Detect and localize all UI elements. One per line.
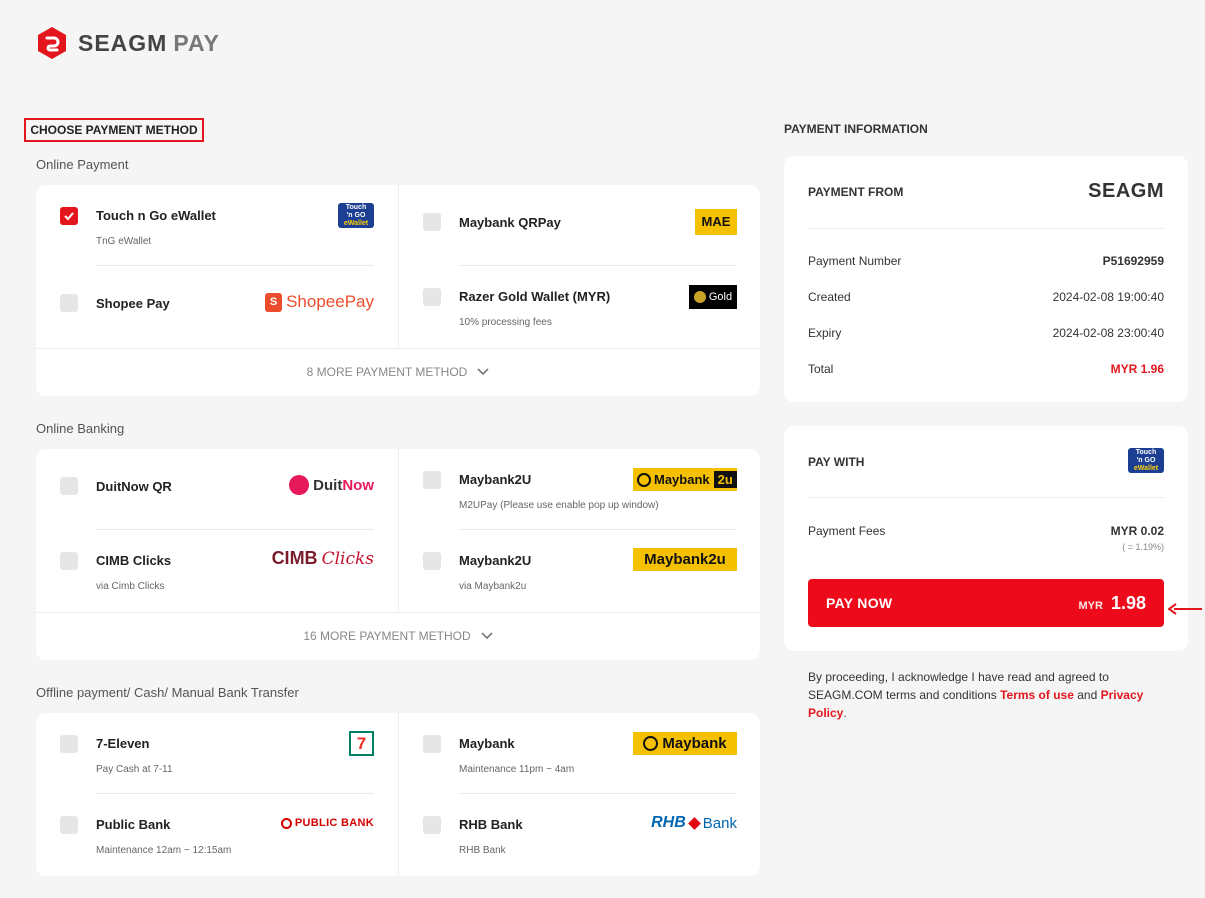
checkbox[interactable]	[60, 552, 78, 570]
duitnow-logo: Duit Now	[289, 475, 374, 495]
pay-now-button[interactable]: PAY NOW MYR 1.98	[808, 579, 1164, 627]
option-name: Shopee Pay	[96, 296, 170, 311]
total-label: Total	[808, 362, 834, 376]
choose-payment-title: CHOOSE PAYMENT METHOD	[24, 118, 204, 142]
payment-option-maybank[interactable]: Maybank Maintenance 11pm ~ 4am Maybank	[423, 713, 737, 794]
total-value: MYR 1.96	[1110, 362, 1164, 376]
chevron-down-icon	[481, 632, 493, 640]
created-value: 2024-02-08 19:00:40	[1052, 290, 1164, 304]
razer-gold-logo: Gold	[689, 285, 737, 309]
expiry-label: Expiry	[808, 326, 842, 340]
group-label-online-banking: Online Banking	[36, 421, 125, 436]
payment-option-rhb-bank[interactable]: RHB Bank RHB Bank RHB Bank	[423, 794, 737, 875]
checkbox[interactable]	[423, 735, 441, 753]
payment-option-shopeepay[interactable]: Shopee Pay S ShopeePay	[60, 266, 374, 347]
option-name: Maybank QRPay	[459, 215, 561, 230]
group-label-offline: Offline payment/ Cash/ Manual Bank Trans…	[36, 685, 299, 700]
option-name: Touch n Go eWallet	[96, 208, 216, 223]
seagm-wordmark: SEAGM	[1088, 180, 1164, 202]
terms-of-use-link[interactable]: Terms of use	[1000, 688, 1074, 702]
more-payment-methods-online[interactable]: 8 MORE PAYMENT METHOD	[36, 348, 760, 395]
checkbox[interactable]	[60, 735, 78, 753]
seagm-logo-icon	[38, 27, 66, 59]
payment-fees-label: Payment Fees	[808, 524, 886, 538]
payment-option-7eleven[interactable]: 7-Eleven Pay Cash at 7-11 7	[60, 713, 374, 794]
payment-option-duitnow[interactable]: DuitNow QR Duit Now	[60, 449, 374, 530]
payment-info-card: PAYMENT FROM SEAGM Payment Number P51692…	[784, 156, 1188, 402]
maybank-logo: Maybank	[633, 732, 737, 755]
checkbox[interactable]	[423, 213, 441, 231]
payment-number-label: Payment Number	[808, 254, 902, 268]
payment-fees-value: MYR 0.02	[1110, 524, 1164, 538]
mae-logo: MAE	[695, 209, 737, 235]
pay-with-label: PAY WITH	[808, 455, 865, 469]
checkbox[interactable]	[60, 816, 78, 834]
option-sub: M2UPay (Please use enable pop up window)	[459, 500, 659, 511]
option-name: Maybank	[459, 736, 515, 751]
payment-option-maybank2u-alt[interactable]: Maybank2U via Maybank2u Maybank2u	[423, 530, 737, 611]
touchngo-logo: Touch'n GO eWallet	[1128, 448, 1164, 473]
offline-payment-card: 7-Eleven Pay Cash at 7-11 7 Public Bank …	[36, 713, 760, 876]
rhb-bank-logo: RHB Bank	[651, 814, 737, 832]
expiry-value: 2024-02-08 23:00:40	[1052, 326, 1164, 340]
payment-option-cimb-clicks[interactable]: CIMB Clicks via Cimb Clicks CIMB Clicks	[60, 530, 374, 611]
online-banking-card: DuitNow QR Duit Now CIMB Clicks via Cimb …	[36, 449, 760, 660]
divider	[808, 497, 1164, 498]
checkbox[interactable]	[423, 552, 441, 570]
option-name: CIMB Clicks	[96, 553, 172, 568]
option-sub: Maintenance 12am ~ 12:15am	[96, 845, 232, 856]
payment-from-label: PAYMENT FROM	[808, 185, 904, 199]
option-sub: via Maybank2u	[459, 581, 527, 592]
terms-text: By proceeding, I acknowledge I have read…	[808, 670, 1144, 720]
option-name: Public Bank	[96, 817, 171, 832]
created-label: Created	[808, 290, 851, 304]
option-name: DuitNow QR	[96, 479, 172, 494]
public-bank-logo: PUBLIC BANK	[280, 817, 374, 829]
brand-header: SEAGM PAY	[36, 26, 220, 60]
option-name: Maybank2U	[459, 553, 532, 568]
shopeepay-logo: S ShopeePay	[265, 292, 374, 312]
touchngo-logo: Touch'n GO eWallet	[338, 203, 374, 228]
divider	[808, 228, 1164, 229]
option-name: 7-Eleven	[96, 736, 150, 751]
option-sub: RHB Bank	[459, 845, 506, 856]
pay-now-label: PAY NOW	[826, 595, 893, 611]
payment-option-public-bank[interactable]: Public Bank Maintenance 12am ~ 12:15am P…	[60, 794, 374, 875]
payment-number-value: P51692959	[1102, 254, 1164, 268]
chevron-down-icon	[477, 368, 489, 376]
option-name: RHB Bank	[459, 817, 523, 832]
checkbox[interactable]	[423, 288, 441, 306]
option-sub: 10% processing fees	[459, 317, 552, 328]
maybank2u-logo: Maybank 2u	[633, 468, 737, 491]
option-name: Maybank2U	[459, 472, 532, 487]
group-label-online-payment: Online Payment	[36, 157, 129, 172]
payment-option-maybank-qrpay[interactable]: Maybank QRPay MAE	[423, 185, 737, 266]
brand-name: SEAGM PAY	[78, 29, 220, 56]
payment-fees-percent: ( = 1.19%)	[1122, 542, 1164, 552]
checkbox[interactable]	[423, 816, 441, 834]
payment-information-title: PAYMENT INFORMATION	[784, 122, 928, 136]
seven-eleven-logo: 7	[349, 731, 374, 756]
option-sub: Pay Cash at 7-11	[96, 764, 173, 775]
option-sub: via Cimb Clicks	[96, 581, 165, 592]
option-name: Razer Gold Wallet (MYR)	[459, 289, 611, 304]
more-payment-methods-banking[interactable]: 16 MORE PAYMENT METHOD	[36, 612, 760, 659]
checkbox-checked[interactable]	[60, 207, 78, 225]
checkbox[interactable]	[60, 477, 78, 495]
payment-option-touchngo[interactable]: Touch n Go eWallet TnG eWallet Touch'n G…	[60, 185, 374, 266]
checkbox[interactable]	[423, 471, 441, 489]
payment-option-razer-gold[interactable]: Razer Gold Wallet (MYR) 10% processing f…	[423, 266, 737, 347]
cimb-clicks-logo: CIMB Clicks	[271, 548, 374, 569]
option-sub: TnG eWallet	[96, 236, 152, 247]
online-payment-card: Touch n Go eWallet TnG eWallet Touch'n G…	[36, 185, 760, 396]
maybank2u-logo-alt: Maybank2u	[633, 548, 737, 571]
checkbox[interactable]	[60, 294, 78, 312]
pay-with-card: PAY WITH Touch'n GO eWallet Payment Fees …	[784, 426, 1188, 651]
arrow-left-icon	[1168, 603, 1202, 615]
option-sub: Maintenance 11pm ~ 4am	[459, 764, 575, 775]
payment-option-maybank2u[interactable]: Maybank2U M2UPay (Please use enable pop …	[423, 449, 737, 530]
pay-now-amount: MYR 1.98	[1078, 592, 1147, 613]
